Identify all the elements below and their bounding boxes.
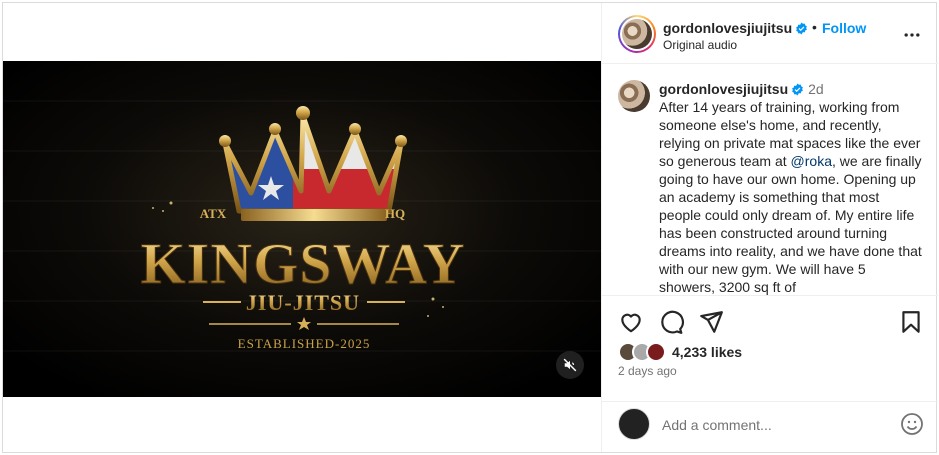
follow-button[interactable]: Follow bbox=[822, 20, 866, 36]
likes-count[interactable]: 4,233 likes bbox=[672, 344, 742, 360]
caption-age: 2d bbox=[808, 81, 824, 97]
mute-toggle-button[interactable] bbox=[556, 351, 584, 379]
post-dialog: ATX HQ KINGSWAY JIU-JITSU ESTABLISHED-20… bbox=[2, 2, 938, 453]
comment-icon[interactable] bbox=[658, 309, 684, 335]
post-sidebar: gordonlovesjiujitsu • Follow Original au… bbox=[601, 3, 938, 452]
comment-input[interactable] bbox=[662, 414, 872, 436]
caption-body-end: , we are finally going to have our own h… bbox=[659, 153, 922, 295]
likes-row[interactable]: 4,233 likes bbox=[618, 341, 742, 363]
post-header: gordonlovesjiujitsu • Follow Original au… bbox=[602, 3, 938, 64]
atx-tag: ATX bbox=[200, 206, 227, 221]
caption-author-avatar[interactable] bbox=[618, 80, 650, 112]
hq-tag: HQ bbox=[385, 206, 405, 221]
caption-section: gordonlovesjiujitsu 2d After 14 years of … bbox=[602, 64, 938, 296]
reel-video[interactable]: ATX HQ KINGSWAY JIU-JITSU ESTABLISHED-20… bbox=[3, 61, 601, 397]
media-column: ATX HQ KINGSWAY JIU-JITSU ESTABLISHED-20… bbox=[3, 3, 601, 452]
caption-text: gordonlovesjiujitsu 2d After 14 years of … bbox=[659, 80, 925, 295]
jiu-jitsu-subtitle: JIU-JITSU bbox=[246, 290, 360, 315]
heart-icon[interactable] bbox=[618, 309, 644, 335]
mention-link[interactable]: @roka bbox=[791, 153, 832, 169]
verified-badge-icon bbox=[792, 83, 803, 96]
author-avatar[interactable] bbox=[618, 15, 656, 53]
verified-badge-icon bbox=[796, 22, 807, 35]
author-username-link[interactable]: gordonlovesjiujitsu bbox=[663, 20, 808, 36]
liker-avatar bbox=[646, 342, 666, 362]
established-text: ESTABLISHED-2025 bbox=[238, 336, 371, 351]
caption-username-link[interactable]: gordonlovesjiujitsu bbox=[659, 81, 788, 97]
kingsway-logo-artwork: ATX HQ KINGSWAY JIU-JITSU ESTABLISHED-20… bbox=[3, 61, 601, 397]
bookmark-icon[interactable] bbox=[898, 309, 924, 335]
separator-dot: • bbox=[812, 19, 817, 35]
emoji-icon[interactable] bbox=[900, 412, 924, 436]
action-bar bbox=[602, 303, 938, 343]
comment-bar bbox=[602, 401, 938, 452]
post-timestamp[interactable]: 2 days ago bbox=[618, 364, 677, 378]
share-icon[interactable] bbox=[698, 309, 724, 335]
kingsway-wordmark: KINGSWAY bbox=[141, 231, 466, 296]
current-user-avatar bbox=[618, 408, 650, 440]
muted-speaker-icon bbox=[563, 358, 577, 372]
audio-label-link[interactable]: Original audio bbox=[663, 38, 737, 52]
more-options-icon[interactable] bbox=[902, 25, 922, 45]
